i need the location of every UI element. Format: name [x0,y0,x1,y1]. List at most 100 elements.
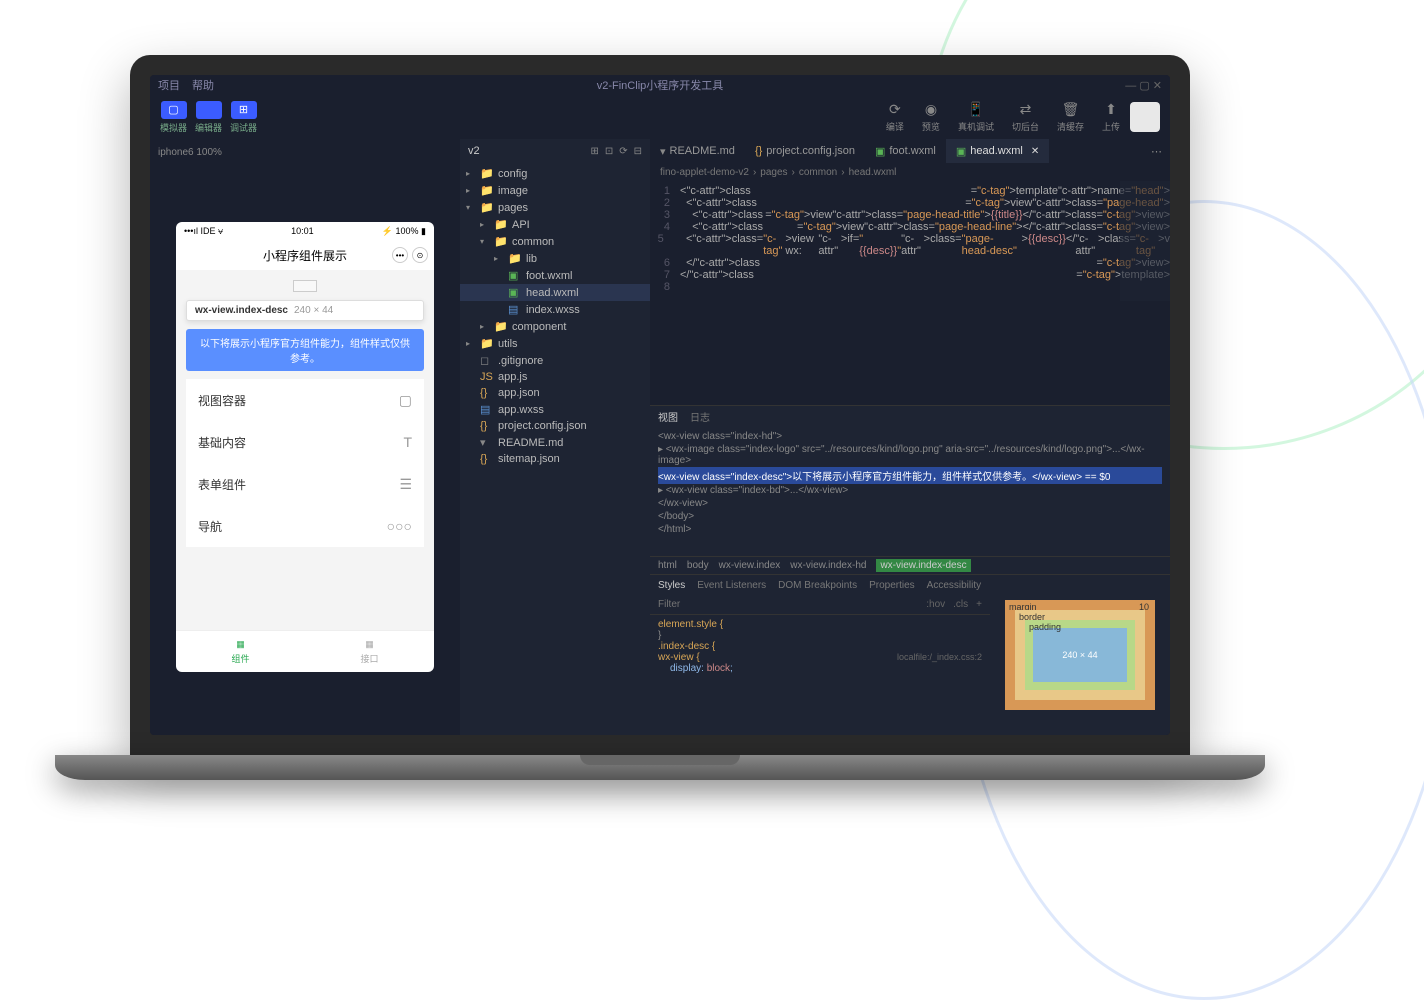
toolbar-btn[interactable]: ⊞调试器 [230,101,257,134]
more-icon[interactable]: ••• [392,247,408,263]
phone-tab[interactable]: ▦接口 [305,631,434,672]
toolbar-btn[interactable]: 编辑器 [195,101,222,134]
breadcrumb: fino-applet-demo-v2 › pages › common › h… [650,163,1170,181]
new-file-icon[interactable]: ⊞ [590,146,598,157]
window-controls[interactable]: — ▢ ✕ [1125,79,1162,92]
close-icon[interactable]: ⊙ [412,247,428,263]
tree-item[interactable]: {}project.config.json [460,418,650,434]
dom-node[interactable]: <wx-view class="index-desc">以下将展示小程序官方组件… [658,467,1162,484]
tree-item[interactable]: JSapp.js [460,369,650,385]
phone-tabbar: ▦组件▦接口 [176,630,434,672]
crumb[interactable]: pages [760,167,787,178]
css-rules[interactable]: element.style {}.index-desc {</span></di… [650,615,990,735]
close-icon: ✕ [1031,146,1039,157]
dom-node[interactable]: ▸ <wx-image class="index-logo" src="../r… [658,443,1162,467]
dom-crumb[interactable]: wx-view.index-desc [876,559,970,572]
styles-tab[interactable]: DOM Breakpoints [778,580,857,591]
styles-tabs: Styles Event Listeners DOM Breakpoints Prop… [650,575,990,595]
styles-filter: :hov .cls + [650,595,990,615]
phone-simulator[interactable]: •••ıl IDE ⩝ 10:01 ⚡ 100% ▮ 小程序组件展示 ••• ⊙… [176,222,434,672]
dom-crumb[interactable]: html [658,560,677,571]
editor-pane: ▾README.md{}project.config.json▣foot.wxm… [650,139,1170,735]
collapse-icon[interactable]: ⊟ [634,146,642,157]
phone-statusbar: •••ıl IDE ⩝ 10:01 ⚡ 100% ▮ [176,222,434,240]
window-title: v2-FinClip小程序开发工具 [597,77,724,93]
tree-item[interactable]: ▤app.wxss [460,401,650,418]
styles-tab[interactable]: Event Listeners [697,580,766,591]
styles-tab[interactable]: Styles [658,580,685,591]
box-model: margin 10 border padding 240 × 44 [990,575,1170,735]
avatar[interactable] [1130,102,1160,132]
dom-tree[interactable]: <wx-view class="index-hd">▸ <wx-image cl… [650,426,1170,556]
editor-tab[interactable]: ▾README.md [650,139,745,163]
tree-item[interactable]: {}sitemap.json [460,451,650,467]
tree-item[interactable]: ◻.gitignore [460,352,650,369]
hov-toggle[interactable]: :hov [926,599,945,610]
crumb[interactable]: fino-applet-demo-v2 [660,167,749,178]
menu-help[interactable]: 帮助 [192,77,214,93]
toolbar-action[interactable]: ⇄切后台 [1012,101,1039,133]
phone-tab[interactable]: ▦组件 [176,631,305,672]
tree-item[interactable]: ▸📁config [460,165,650,182]
file-explorer: v2 ⊞ ⊡ ⟳ ⊟ ▸📁config▸📁image▾📁pages▸📁API▾📁… [460,139,650,735]
styles-tab[interactable]: Properties [869,580,915,591]
list-item[interactable]: 基础内容T [186,421,424,463]
tree-item[interactable]: ▾📁common [460,233,650,250]
new-folder-icon[interactable]: ⊡ [605,146,613,157]
dom-node[interactable]: </html> [658,523,1162,536]
dom-crumb[interactable]: body [687,560,709,571]
minimap[interactable] [1120,181,1170,301]
toolbar-action[interactable]: ◉预览 [922,101,940,133]
code-editor[interactable]: 1<"c-attr">class="c-tag">template "c-att… [650,181,1170,405]
project-root[interactable]: v2 [468,145,480,157]
toolbar-action[interactable]: 🗑清缓存 [1057,101,1084,133]
crumb[interactable]: head.wxml [849,167,897,178]
list-item[interactable]: 导航○○○ [186,505,424,547]
devtools-top-tabs: 视图 日志 [650,406,1170,426]
crumb[interactable]: common [799,167,837,178]
tree-item[interactable]: ▾README.md [460,434,650,451]
phone-header: 小程序组件展示 ••• ⊙ [176,240,434,270]
editor-tab[interactable]: {}project.config.json [745,139,865,163]
tree-item[interactable]: ▸📁lib [460,250,650,267]
dom-node[interactable]: <wx-view class="index-hd"> [658,430,1162,443]
editor-tab[interactable]: ▣head.wxml✕ [946,139,1049,163]
editor-tab[interactable]: ▣foot.wxml [865,139,946,163]
dom-crumb[interactable]: wx-view.index [719,560,781,571]
list-item[interactable]: 视图容器▢ [186,379,424,421]
tab-log[interactable]: 日志 [690,409,710,424]
cls-toggle[interactable]: .cls [953,599,968,610]
add-rule-icon[interactable]: + [976,599,982,610]
toolbar-action[interactable]: ⬆上传 [1102,101,1120,133]
simulator-pane: iphone6 100% •••ıl IDE ⩝ 10:01 ⚡ 100% ▮ … [150,139,460,735]
toolbar-btn[interactable]: ▢模拟器 [160,101,187,134]
dom-breadcrumb: html body wx-view.index wx-view.index-hd wx-… [650,556,1170,574]
tree-item[interactable]: ▸📁API [460,216,650,233]
styles-tab[interactable]: Accessibility [927,580,981,591]
menubar: 项目 帮助 v2-FinClip小程序开发工具 — ▢ ✕ [150,75,1170,95]
dom-node[interactable]: </wx-view> [658,497,1162,510]
tree-item[interactable]: ▸📁utils [460,335,650,352]
inspector-tooltip: wx-view.index-desc240 × 44 [186,300,424,321]
tree-item[interactable]: ▸📁image [460,182,650,199]
tree-item[interactable]: {}app.json [460,385,650,401]
dom-node[interactable]: </body> [658,510,1162,523]
refresh-icon[interactable]: ⟳ [619,146,627,157]
tree-item[interactable]: ▸📁component [460,318,650,335]
tab-view[interactable]: 视图 [658,409,678,424]
tree-item[interactable]: ▤index.wxss [460,301,650,318]
dom-node[interactable]: ▸ <wx-view class="index-bd">...</wx-view… [658,484,1162,497]
filter-input[interactable] [658,599,918,610]
list-item[interactable]: 表单组件☰ [186,463,424,505]
menu-project[interactable]: 项目 [158,77,180,93]
tree-item[interactable]: ▣head.wxml [460,284,650,301]
highlighted-element[interactable]: 以下将展示小程序官方组件能力，组件样式仅供参考。 [186,329,424,371]
toolbar-action[interactable]: 📱真机调试 [958,101,994,133]
laptop-frame: 项目 帮助 v2-FinClip小程序开发工具 — ▢ ✕ ▢模拟器编辑器 ⊞调试… [55,55,1265,815]
more-tabs-icon[interactable]: ⋯ [1143,145,1170,158]
device-info: iphone6 100% [158,143,452,162]
dom-crumb[interactable]: wx-view.index-hd [790,560,866,571]
tree-item[interactable]: ▾📁pages [460,199,650,216]
tree-item[interactable]: ▣foot.wxml [460,267,650,284]
toolbar-action[interactable]: ⟳编译 [886,101,904,133]
